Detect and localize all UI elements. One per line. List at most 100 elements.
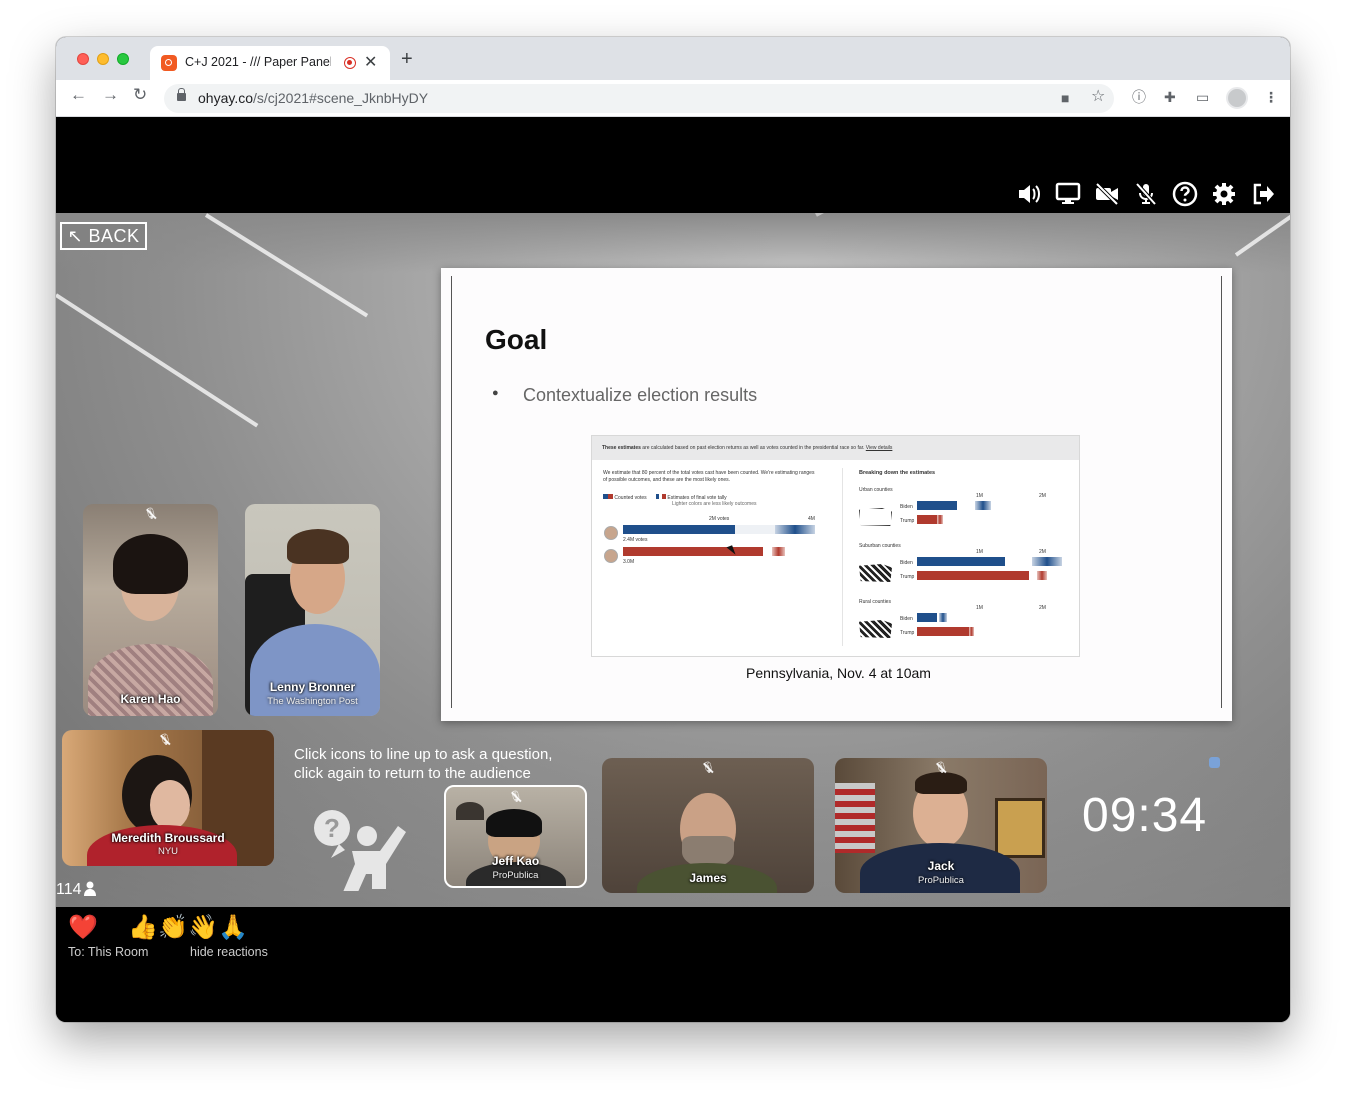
tab-title: C+J 2021 - /// Paper Panel [185, 55, 331, 69]
rural-label: Rural counties [859, 599, 891, 605]
trump-avatar [604, 549, 618, 563]
refresh-icon[interactable] [1209, 757, 1220, 768]
participant-hair [915, 772, 967, 794]
settings-icon[interactable] [1210, 181, 1237, 208]
recording-indicator-icon [344, 57, 356, 69]
biden-gap [735, 525, 775, 534]
mic-muted-icon: 🎙 [934, 762, 948, 774]
zoom-window-button[interactable] [117, 53, 129, 65]
chart-divider [842, 468, 843, 646]
raise-hand-question-icon[interactable]: ? [309, 806, 409, 892]
extensions-icon[interactable]: ✚ [1164, 90, 1176, 104]
exit-icon[interactable] [1249, 181, 1276, 208]
suburban-trump-estimate [1037, 571, 1047, 580]
presentation-slide: Goal Contextualize election results Thes… [441, 268, 1232, 721]
urban-trump-bar [917, 515, 937, 524]
help-icon[interactable] [1171, 181, 1198, 208]
rural-map-icon [859, 620, 892, 638]
bookmark-star-icon[interactable]: ☆ [1091, 89, 1105, 105]
participant-org: The Washington Post [267, 696, 358, 707]
urban-biden-estimate [975, 501, 991, 510]
video-tile-karen-hao[interactable]: 🎙 Karen Hao [83, 504, 218, 716]
reactions-target[interactable]: To: This Room [68, 945, 148, 959]
participant-name: Karen Hao [120, 692, 181, 706]
chart-header: These estimates are calculated based on … [592, 436, 1079, 460]
pray-reaction-button[interactable]: 🙏 [218, 913, 248, 942]
participant-video [150, 780, 190, 830]
participant-hair [113, 534, 188, 594]
person-icon [83, 881, 96, 896]
lock-icon [177, 88, 186, 101]
minimize-window-button[interactable] [97, 53, 109, 65]
menu-kebab-icon[interactable]: ⋮ [1264, 90, 1278, 104]
urban-biden-bar [917, 501, 957, 510]
room-controls [1015, 181, 1290, 208]
painting [995, 798, 1045, 858]
camera-off-icon[interactable] [1093, 181, 1120, 208]
wave-reaction-button[interactable]: 👋 [188, 913, 218, 942]
embedded-election-chart: These estimates are calculated based on … [591, 435, 1080, 657]
password-icon[interactable]: ⓘ [1132, 90, 1146, 104]
hide-reactions-link[interactable]: hide reactions [190, 945, 268, 959]
clap-reaction-button[interactable]: 👏 [158, 913, 188, 942]
suburban-label: Suburban counties [859, 543, 901, 549]
rural-biden-label: Biden [900, 616, 913, 622]
slide-title: Goal [485, 324, 548, 355]
forward-arrow-icon[interactable]: → [102, 86, 119, 103]
legend-note: Lighter colors are less likely outcomes [672, 501, 757, 507]
new-tab-button[interactable]: + [401, 49, 413, 69]
profile-avatar-icon[interactable] [1226, 87, 1248, 109]
breakdown-title: Breaking down the estimates [859, 470, 936, 476]
tab-active[interactable]: C+J 2021 - /// Paper Panel ✕ [150, 46, 390, 80]
video-tile-meredith-broussard[interactable]: 🎙 Meredith Broussard NYU [62, 730, 274, 866]
tick-2m: 2M [1039, 605, 1046, 611]
tick-1m: 1M [976, 549, 983, 555]
mic-off-icon[interactable] [1132, 181, 1159, 208]
camera-in-use-icon[interactable]: ■ [1061, 91, 1069, 105]
legend-estimates: Estimates of final vote tally [656, 494, 727, 501]
screen-share-icon[interactable] [1054, 181, 1081, 208]
rural-biden-estimate [939, 613, 947, 622]
urban-biden-label: Biden [900, 504, 913, 510]
url-text: ohyay.co/s/cj2021#scene_JknbHyDY [198, 90, 429, 106]
video-tile-james[interactable]: 🎙 James [602, 758, 814, 893]
rural-trump-label: Trump [900, 630, 915, 636]
participant-name: Jack [927, 859, 955, 873]
speaker-icon[interactable] [1015, 181, 1042, 208]
trump-counted-bar [623, 547, 763, 556]
back-arrow-icon[interactable]: ← [70, 86, 87, 103]
cast-icon[interactable]: ▭ [1196, 90, 1209, 104]
reload-icon[interactable]: ↻ [133, 86, 147, 103]
laugh-reaction-button[interactable]: 😂 [98, 913, 128, 942]
suburban-biden-bar [917, 557, 1005, 566]
biden-avatar [604, 526, 618, 540]
participant-name: Jeff Kao [491, 854, 540, 868]
close-tab-icon[interactable]: ✕ [364, 52, 377, 72]
axis-2m: 2M votes [709, 516, 730, 522]
thumbs-up-reaction-button[interactable]: 👍 [128, 913, 158, 942]
tick-1m: 1M [976, 493, 983, 499]
browser-toolbar: ← → ↻ ohyay.co/s/cj2021#scene_JknbHyDY ■… [56, 80, 1290, 117]
address-bar[interactable]: ohyay.co/s/cj2021#scene_JknbHyDY ■ ☆ [164, 84, 1114, 113]
urban-trump-label: Trump [900, 518, 915, 524]
light-strip [56, 293, 259, 428]
back-button[interactable]: ↖ BACK [60, 222, 147, 250]
participant-name: Lenny Bronner [269, 680, 356, 694]
video-tile-jeff-kao[interactable]: 🎙 Jeff Kao ProPublica [444, 785, 587, 888]
participant-name: Meredith Broussard [111, 831, 225, 845]
close-window-button[interactable] [77, 53, 89, 65]
tick-2m: 2M [1039, 549, 1046, 555]
rural-biden-bar [917, 613, 937, 622]
mic-muted-icon: 🎙 [158, 734, 172, 746]
video-tile-jack[interactable]: 🎙 Jack ProPublica [835, 758, 1047, 893]
suburban-trump-bar [917, 571, 1029, 580]
audience-count-value: 114 [56, 881, 82, 898]
reactions-bar: ❤️😂👍👏👋🙏 [68, 913, 248, 942]
participant-hair [287, 529, 349, 564]
biden-total: 2.4M votes [623, 537, 648, 543]
video-tile-lenny-bronner[interactable]: Lenny Bronner The Washington Post [245, 504, 380, 716]
ohyay-app: ↖ BACK Goal Contextualize election resul… [56, 117, 1290, 1022]
heart-reaction-button[interactable]: ❤️ [68, 913, 98, 942]
slide-bullet: Contextualize election results [492, 385, 757, 406]
slide-caption: Pennsylvania, Nov. 4 at 10am [746, 665, 931, 681]
